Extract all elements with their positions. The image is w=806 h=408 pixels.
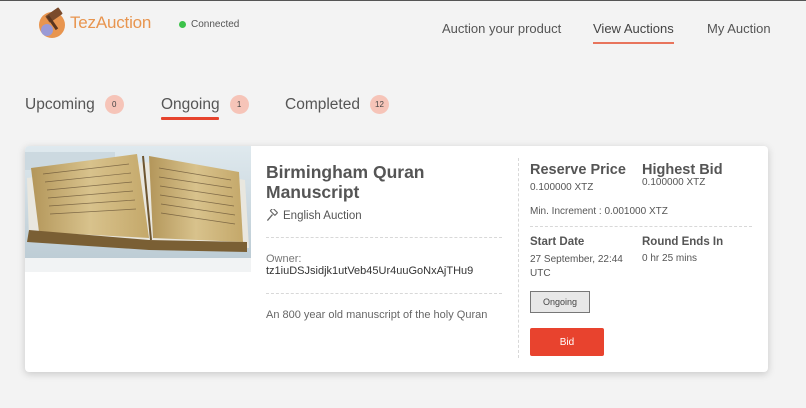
tab-ongoing-count: 1 [229,95,249,114]
auction-card: Birmingham Quran Manuscript English Auct… [25,146,768,372]
nav-active-underline [593,42,674,44]
start-date-value: 27 September, 22:44 UTC [530,254,623,279]
hammer-icon [266,209,278,222]
tab-ongoing[interactable]: Ongoing 1 [161,95,249,120]
divider [266,293,502,294]
brand-name: TezAuction [70,13,152,32]
divider [530,226,752,227]
vertical-divider [518,158,519,358]
status-dot-icon [179,21,186,28]
brand-logo[interactable]: TezAuction [37,5,151,41]
tab-completed-label: Completed [285,95,360,113]
connection-label: Connected [191,19,240,30]
reserve-price-label: Reserve Price [530,162,626,178]
highest-bid-value: 0.100000 XTZ [642,177,706,188]
tab-completed-count: 12 [369,95,389,114]
bid-button[interactable]: Bid [530,328,604,356]
connection-status: Connected [179,19,239,30]
highest-bid-label: Highest Bid [642,162,723,178]
owner-address: tz1iuDSJsidjk1utVeb45Ur4uuGoNxAjTHu9 [266,265,474,277]
divider [266,237,502,238]
nav-my-auction[interactable]: My Auction [707,21,771,36]
round-ends-value: 0 hr 25 mins [642,253,698,264]
tab-upcoming-label: Upcoming [25,95,95,113]
owner-label: Owner: [266,253,302,265]
gavel-logo-icon [39,7,65,38]
min-increment: Min. Increment : 0.001000 XTZ [530,206,668,217]
nav-view-auctions[interactable]: View Auctions [593,21,674,44]
reserve-price-value: 0.100000 XTZ [530,182,594,193]
tab-ongoing-label-wrap: Ongoing [161,95,220,120]
nav-view-auctions-label: View Auctions [593,21,674,36]
tab-active-underline [161,116,219,120]
tab-upcoming-count: 0 [104,95,124,114]
auction-type: English Auction [266,209,362,222]
auction-description: An 800 year old manuscript of the holy Q… [266,309,488,321]
start-date-label: Start Date [530,236,585,248]
status-badge: Ongoing [530,291,590,313]
tab-ongoing-label: Ongoing [161,95,220,113]
auction-title: Birmingham Quran Manuscript [266,162,425,202]
auction-type-label: English Auction [283,209,362,222]
manuscript-photo[interactable] [25,146,251,272]
round-ends-label: Round Ends In [642,236,724,248]
tab-completed[interactable]: Completed 12 [285,95,389,114]
nav-auction-your-product[interactable]: Auction your product [442,21,561,36]
tab-upcoming[interactable]: Upcoming 0 [25,95,124,114]
